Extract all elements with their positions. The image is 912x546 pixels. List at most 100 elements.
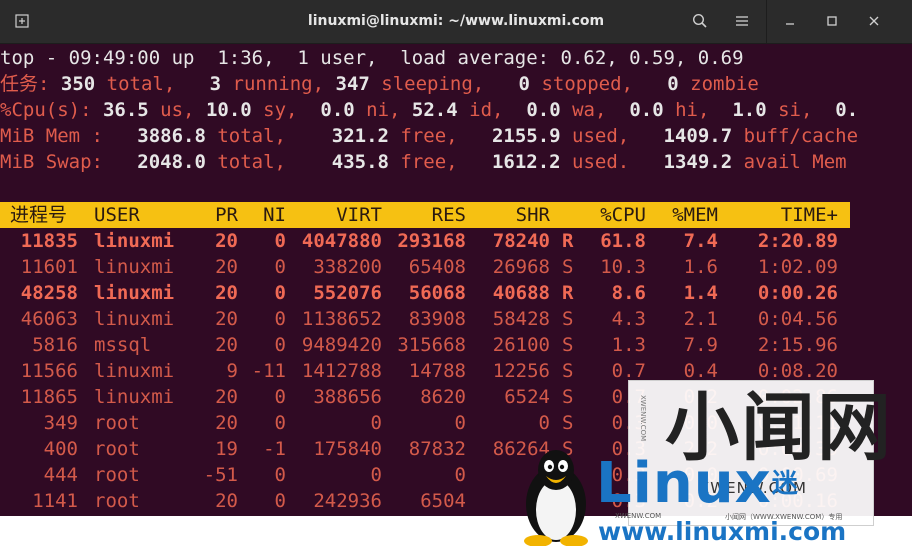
col-user: USER — [94, 204, 140, 226]
cell-user: linuxmi — [94, 230, 175, 252]
cell-s: S — [562, 412, 574, 434]
cpu-line: %Cpu(s): 36.5 us, 10.0 sy, 0.0 ni, 52.4 … — [0, 99, 859, 121]
cell-res: 293168 — [397, 230, 466, 252]
cell-virt: 1412788 — [301, 360, 382, 382]
cell-time: 1:02.09 — [757, 256, 838, 278]
col-pr: PR — [215, 204, 238, 226]
tasks-line: 任务: 350 total, 3 running, 347 sleeping, … — [0, 73, 759, 95]
menu-icon[interactable] — [728, 7, 756, 35]
cell-shr: 40688 — [492, 282, 550, 304]
swap-line: MiB Swap: 2048.0 total, 435.8 free, 1612… — [0, 151, 847, 173]
cell-pid: 349 — [43, 412, 78, 434]
cell-pid: 11865 — [20, 386, 78, 408]
cell-user: root — [94, 412, 140, 434]
cell-time: 0:00.26 — [757, 282, 838, 304]
cell-pr: 20 — [215, 386, 238, 408]
cell-mem: 1.6 — [683, 256, 718, 278]
cell-pr: 20 — [215, 282, 238, 304]
cell-s: R — [562, 282, 574, 304]
cell-cpu: 10.3 — [600, 256, 646, 278]
col-ni: NI — [263, 204, 286, 226]
cell-user: mssql — [94, 334, 152, 356]
cell-shr: 0 — [538, 412, 550, 434]
cell-virt: 9489420 — [301, 334, 382, 356]
linuxmi-url: www.linuxmi.com — [598, 517, 847, 546]
cell-pid: 11835 — [20, 230, 78, 252]
col-virt: VIRT — [336, 204, 382, 226]
cell-res: 8620 — [420, 386, 466, 408]
cell-cpu: 4.3 — [611, 308, 646, 330]
cell-s: S — [562, 256, 574, 278]
cell-res: 83908 — [408, 308, 466, 330]
cell-time: 2:20.89 — [757, 230, 838, 252]
cell-pid: 11601 — [20, 256, 78, 278]
col-shr: SHR — [515, 204, 550, 226]
cell-res: 56068 — [408, 282, 466, 304]
cell-user: linuxmi — [94, 308, 175, 330]
cell-virt: 175840 — [313, 438, 382, 460]
cell-virt: 338200 — [313, 256, 382, 278]
cell-pr: 20 — [215, 412, 238, 434]
cell-virt: 0 — [370, 464, 382, 486]
cell-user: root — [94, 490, 140, 512]
cell-pr: 20 — [215, 490, 238, 512]
cell-shr: 26100 — [492, 334, 550, 356]
cell-pr: 9 — [226, 360, 238, 382]
cell-ni: -11 — [251, 360, 286, 382]
cell-user: linuxmi — [94, 256, 175, 278]
cell-res: 0 — [454, 464, 466, 486]
cell-virt: 1138652 — [301, 308, 382, 330]
title-bar: linuxmi@linuxmi: ~/www.linuxmi.com — [0, 0, 912, 44]
close-icon[interactable] — [860, 7, 888, 35]
cell-ni: 0 — [274, 412, 286, 434]
cell-mem: 1.4 — [683, 282, 718, 304]
cell-pid: 46063 — [20, 308, 78, 330]
cell-shr: 6524 — [504, 386, 550, 408]
cell-ni: 0 — [274, 490, 286, 512]
cell-s: S — [562, 308, 574, 330]
cell-shr: 26968 — [492, 256, 550, 278]
cell-ni: -1 — [263, 438, 286, 460]
cell-ni: 0 — [274, 386, 286, 408]
col-res: RES — [431, 204, 466, 226]
process-row: 46063 linuxmi 20 0 1138652 83908 58428 S 4.3 2.1 0… — [0, 306, 850, 332]
cell-pr: 20 — [215, 230, 238, 252]
tux-penguin-icon — [524, 450, 588, 546]
cell-cpu: 8.6 — [611, 282, 646, 304]
cell-ni: 0 — [274, 464, 286, 486]
cell-mem: 7.4 — [683, 230, 718, 252]
mem-line: MiB Mem : 3886.8 total, 321.2 free, 2155… — [0, 125, 859, 147]
cell-virt: 0 — [370, 412, 382, 434]
cell-pid: 400 — [43, 438, 78, 460]
cell-virt: 552076 — [313, 282, 382, 304]
cell-res: 87832 — [408, 438, 466, 460]
cell-user: linuxmi — [94, 282, 175, 304]
search-icon[interactable] — [686, 7, 714, 35]
cell-res: 14788 — [408, 360, 466, 382]
cell-s: S — [562, 334, 574, 356]
col-time: TIME+ — [780, 204, 838, 226]
cell-user: linuxmi — [94, 360, 175, 382]
cell-user: root — [94, 464, 140, 486]
cell-s: S — [562, 360, 574, 382]
uptime-line: top - 09:49:00 up 1:36, 1 user, load ave… — [0, 47, 744, 69]
cell-pid: 11566 — [20, 360, 78, 382]
cell-pid: 5816 — [32, 334, 78, 356]
cell-pr: 19 — [215, 438, 238, 460]
cell-mem: 2.1 — [683, 308, 718, 330]
cell-mem: 7.9 — [683, 334, 718, 356]
maximize-icon[interactable] — [818, 7, 846, 35]
cell-shr: 58428 — [492, 308, 550, 330]
cell-pr: -51 — [203, 464, 238, 486]
cell-ni: 0 — [274, 308, 286, 330]
cell-pid: 444 — [43, 464, 78, 486]
cell-virt: 242936 — [313, 490, 382, 512]
cell-user: root — [94, 438, 140, 460]
cell-s: R — [562, 230, 574, 252]
cell-pid: 48258 — [20, 282, 78, 304]
cell-time: 0:04.56 — [757, 308, 838, 330]
cell-pr: 20 — [215, 334, 238, 356]
col-pid: 进程号 — [10, 204, 68, 226]
process-row: 48258 linuxmi 20 0 552076 56068 40688 R 8.6 1.4 0:… — [0, 280, 850, 306]
minimize-icon[interactable] — [776, 7, 804, 35]
